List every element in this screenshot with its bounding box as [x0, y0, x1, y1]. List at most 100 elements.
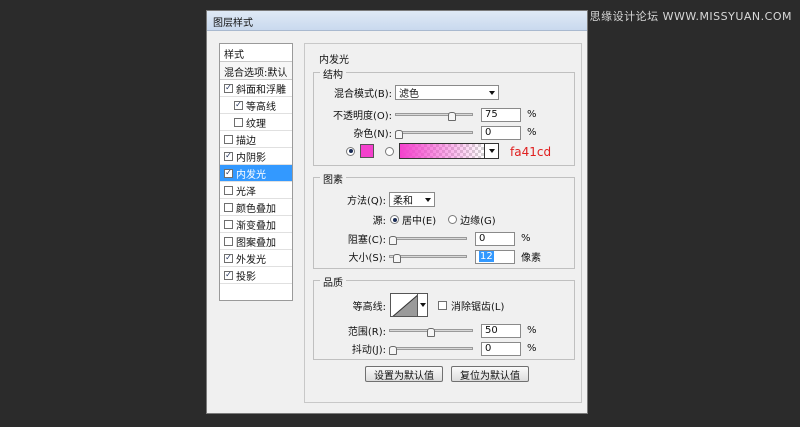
style-list-item-label: 外发光	[236, 254, 266, 266]
style-checkbox[interactable]: ✓	[234, 100, 243, 110]
range-slider[interactable]	[389, 325, 473, 337]
noise-slider-thumb[interactable]	[395, 129, 403, 139]
choke-label: 阻塞(C):	[347, 235, 386, 246]
layer-style-dialog: 图层样式 样式 混合选项:默认 ✓ 斜面和浮雕 ✓ 等高线 纹理 描边 ✓ 内阴影 ✓ 内发光 光泽…	[206, 10, 588, 414]
choke-slider-thumb[interactable]	[389, 235, 397, 245]
blend-mode-select[interactable]: 滤色	[395, 85, 499, 100]
size-unit: 像素	[521, 253, 541, 264]
solid-color-radio[interactable]	[346, 146, 355, 156]
style-list-item[interactable]: ✓ 斜面和浮雕	[220, 80, 292, 97]
source-center-radio[interactable]	[390, 215, 399, 224]
radio-dot	[392, 217, 397, 222]
gradient-dropdown-button[interactable]	[485, 143, 499, 159]
radio-dot	[348, 149, 353, 153]
antialias-checkbox[interactable]	[438, 300, 447, 310]
gradient-preview[interactable]	[399, 143, 485, 159]
noise-label: 杂色(N):	[353, 129, 392, 140]
technique-label: 方法(Q):	[346, 196, 386, 207]
technique-select[interactable]: 柔和	[389, 192, 435, 207]
elements-title: 图素	[320, 171, 346, 186]
style-list-item[interactable]: ✓ 外发光	[220, 250, 292, 267]
choke-input[interactable]: 0	[475, 231, 515, 246]
glow-color-swatch[interactable]	[360, 144, 374, 158]
percent-sign: %	[527, 343, 537, 354]
inner-glow-panel: 内发光 结构 混合模式(B): 滤色 不透明度(O): 75 % 杂色(N): …	[304, 43, 582, 403]
jitter-input[interactable]: 0	[481, 341, 521, 356]
style-list-item-label: 投影	[236, 271, 256, 283]
percent-sign: %	[527, 325, 537, 336]
style-checkbox[interactable]	[234, 117, 243, 127]
contour-dropdown-button[interactable]	[418, 293, 428, 317]
style-checkbox[interactable]: ✓	[224, 151, 233, 161]
style-checkbox[interactable]	[224, 236, 233, 246]
dialog-title: 图层样式	[213, 18, 253, 29]
noise-value: 0	[485, 127, 492, 138]
opacity-input[interactable]: 75	[481, 107, 521, 122]
watermark-text: 思缘设计论坛 WWW.MISSYUAN.COM	[589, 10, 792, 23]
jitter-label: 抖动(J):	[351, 345, 386, 356]
make-default-button[interactable]: 设置为默认值	[365, 366, 443, 382]
source-edge-radio[interactable]	[448, 215, 458, 224]
style-list-item[interactable]: 渐变叠加	[220, 216, 292, 233]
gradient-radio[interactable]	[385, 146, 394, 156]
style-list-item-label: 颜色叠加	[236, 203, 276, 215]
style-list: 样式 混合选项:默认 ✓ 斜面和浮雕 ✓ 等高线 纹理 描边 ✓ 内阴影 ✓ 内发光 光泽 颜色叠加渐…	[219, 43, 293, 301]
jitter-slider-thumb[interactable]	[389, 345, 397, 355]
opacity-label: 不透明度(O):	[332, 111, 392, 122]
source-edge-label[interactable]: 边缘(G)	[460, 212, 496, 227]
style-list-item[interactable]: ✓ 投影	[220, 267, 292, 284]
dialog-titlebar[interactable]: 图层样式	[207, 11, 587, 31]
style-list-header[interactable]: 样式	[220, 44, 292, 62]
style-checkbox[interactable]	[224, 219, 233, 229]
choke-slider[interactable]	[389, 233, 467, 245]
source-label: 源:	[372, 216, 386, 227]
slider-track	[395, 130, 473, 134]
style-checkbox[interactable]: ✓	[224, 83, 233, 93]
style-checkbox[interactable]	[224, 202, 233, 212]
blend-mode-label: 混合模式(B):	[333, 89, 392, 100]
style-list-item-label: 内阴影	[236, 152, 266, 164]
range-slider-thumb[interactable]	[427, 327, 435, 337]
style-checkbox[interactable]: ✓	[224, 270, 233, 280]
style-list-item[interactable]: 描边	[220, 131, 292, 148]
style-list-item[interactable]: ✓ 内阴影	[220, 148, 292, 165]
slider-track	[389, 346, 473, 350]
noise-input[interactable]: 0	[481, 125, 521, 140]
contour-preview[interactable]	[390, 293, 418, 317]
quality-group: 品质 等高线: 消除锯齿(L) 范围(R): 50 % 抖动(J): 0 %	[313, 274, 575, 360]
chevron-down-icon	[425, 197, 431, 202]
source-center-label[interactable]: 居中(E)	[402, 212, 436, 227]
style-list-item-label: 等高线	[246, 101, 276, 113]
size-label: 大小(S):	[348, 253, 386, 264]
style-checkbox[interactable]: ✓	[224, 253, 233, 263]
style-checkbox[interactable]	[224, 134, 233, 144]
reset-default-button[interactable]: 复位为默认值	[451, 366, 529, 382]
range-label: 范围(R):	[347, 327, 386, 338]
style-list-item-label: 斜面和浮雕	[236, 84, 286, 96]
opacity-slider-thumb[interactable]	[448, 111, 456, 121]
blending-options-item[interactable]: 混合选项:默认	[220, 62, 292, 80]
slider-track	[395, 112, 473, 116]
range-input[interactable]: 50	[481, 323, 521, 338]
style-list-item[interactable]: 颜色叠加	[220, 199, 292, 216]
size-slider[interactable]	[389, 251, 467, 263]
style-list-item-label: 描边	[236, 135, 256, 147]
style-list-item[interactable]: 纹理	[220, 114, 292, 131]
percent-sign: %	[521, 233, 531, 244]
opacity-slider[interactable]	[395, 109, 473, 121]
style-list-item[interactable]: ✓ 内发光	[220, 165, 292, 182]
style-checkbox[interactable]: ✓	[224, 168, 233, 178]
size-input[interactable]: 12	[475, 249, 515, 264]
noise-slider[interactable]	[395, 127, 473, 139]
antialias-label[interactable]: 消除锯齿(L)	[451, 298, 504, 313]
style-list-item[interactable]: 光泽	[220, 182, 292, 199]
style-list-item[interactable]: 图案叠加	[220, 233, 292, 250]
size-slider-thumb[interactable]	[393, 253, 401, 263]
elements-group: 图素 方法(Q): 柔和 源: 居中(E) 边缘(G) 阻塞(C): 0 % 大…	[313, 171, 575, 269]
contour-curve-icon	[392, 295, 417, 316]
style-checkbox[interactable]	[224, 185, 233, 195]
style-list-item-label: 渐变叠加	[236, 220, 276, 232]
jitter-slider[interactable]	[389, 343, 473, 355]
style-list-item[interactable]: ✓ 等高线	[220, 97, 292, 114]
blend-mode-value: 滤色	[399, 89, 419, 100]
